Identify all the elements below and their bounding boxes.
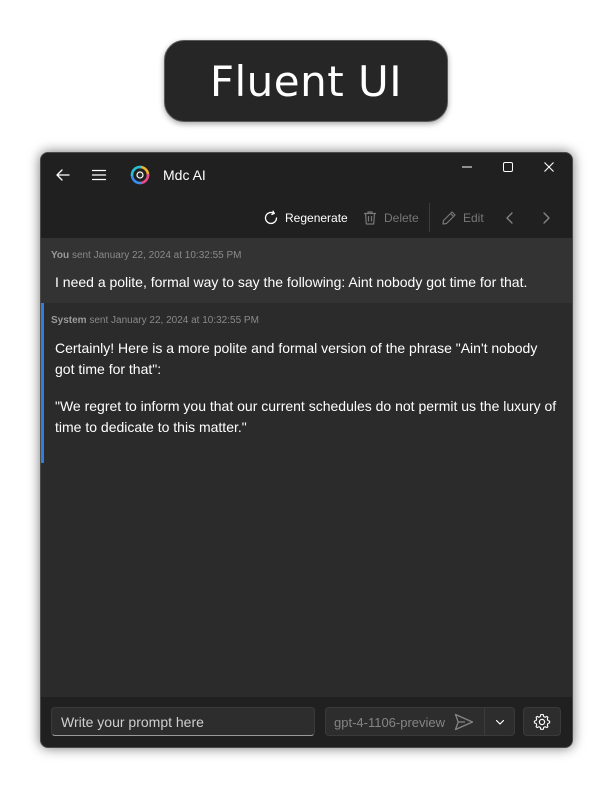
back-button[interactable] <box>53 165 73 185</box>
toolbar-separator <box>429 203 430 232</box>
delete-button[interactable]: Delete <box>362 207 419 229</box>
message-sender: System <box>51 315 87 326</box>
message-paragraph: "We regret to inform you that our curren… <box>55 398 557 435</box>
system-message[interactable]: System sent January 22, 2024 at 10:32:55… <box>41 303 572 463</box>
message-paragraph: Certainly! Here is a more polite and for… <box>55 340 538 377</box>
app-logo <box>129 164 151 186</box>
pencil-icon <box>442 211 456 225</box>
app-window: Mdc AI Regenerate Delete Edit You sent J… <box>40 152 573 748</box>
chevron-right-icon <box>543 212 550 224</box>
refresh-icon <box>264 210 278 225</box>
message-meta: You sent January 22, 2024 at 10:32:55 PM <box>51 250 242 261</box>
message-paragraph: I need a polite, formal way to say the f… <box>55 274 528 290</box>
send-icon <box>454 713 474 731</box>
close-icon <box>544 162 554 172</box>
gear-icon <box>533 713 551 730</box>
prompt-input[interactable] <box>51 707 315 736</box>
close-button[interactable] <box>535 157 563 177</box>
send-button[interactable] <box>452 712 476 732</box>
back-arrow-icon <box>56 169 70 181</box>
edit-label: Edit <box>463 211 484 225</box>
trash-icon <box>364 211 376 225</box>
title-bar: Mdc AI <box>41 153 572 197</box>
minimize-button[interactable] <box>453 157 481 177</box>
command-bar: Regenerate Delete Edit <box>41 197 572 238</box>
model-dropdown-button[interactable] <box>486 712 514 732</box>
split-divider <box>484 708 485 735</box>
selected-message-accent <box>41 303 44 463</box>
message-body: Certainly! Here is a more polite and for… <box>55 338 560 438</box>
hamburger-menu-icon <box>91 169 107 181</box>
app-title: Mdc AI <box>163 167 206 183</box>
regenerate-label: Regenerate <box>285 211 348 225</box>
banner-title: Fluent UI <box>209 56 403 106</box>
model-send-split-button: gpt-4-1106-preview <box>325 707 515 736</box>
prompt-bar: gpt-4-1106-preview <box>41 697 572 747</box>
message-timestamp: sent January 22, 2024 at 10:32:55 PM <box>89 315 259 326</box>
settings-button[interactable] <box>523 707 561 736</box>
menu-button[interactable] <box>89 165 109 185</box>
app-logo-icon <box>130 165 150 185</box>
minimize-icon <box>462 166 472 168</box>
chevron-down-icon <box>495 719 505 725</box>
message-body: I need a polite, formal way to say the f… <box>55 272 560 293</box>
previous-button[interactable] <box>504 207 516 229</box>
user-message[interactable]: You sent January 22, 2024 at 10:32:55 PM… <box>41 238 572 303</box>
next-button[interactable] <box>540 207 552 229</box>
delete-label: Delete <box>384 211 419 225</box>
message-meta: System sent January 22, 2024 at 10:32:55… <box>51 315 259 326</box>
chevron-left-icon <box>506 212 513 224</box>
edit-button[interactable]: Edit <box>441 207 484 229</box>
fluent-ui-banner: Fluent UI <box>164 40 448 122</box>
maximize-icon <box>503 162 513 172</box>
message-timestamp: sent January 22, 2024 at 10:32:55 PM <box>71 250 242 261</box>
maximize-button[interactable] <box>494 157 522 177</box>
model-name: gpt-4-1106-preview <box>334 715 446 730</box>
regenerate-button[interactable]: Regenerate <box>263 207 348 229</box>
message-sender: You <box>51 250 70 261</box>
